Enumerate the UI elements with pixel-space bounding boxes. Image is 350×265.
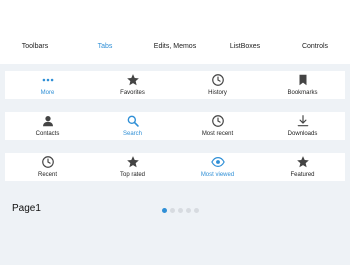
bookmark-icon bbox=[299, 74, 306, 86]
tab-most-viewed[interactable]: Most viewed bbox=[175, 153, 260, 181]
star-icon bbox=[296, 156, 309, 168]
page-indicator bbox=[162, 208, 202, 213]
tab-label: Downloads bbox=[287, 131, 318, 137]
menu-item-listboxes[interactable]: ListBoxes bbox=[210, 40, 280, 54]
page-dot-4[interactable] bbox=[186, 208, 191, 213]
page-dot-3[interactable] bbox=[178, 208, 183, 213]
star-icon bbox=[126, 156, 139, 168]
page-dot-2[interactable] bbox=[170, 208, 175, 213]
tab-label: Favorites bbox=[120, 90, 145, 96]
tab-favorites[interactable]: Favorites bbox=[90, 71, 175, 99]
tab-bar-2: Contacts Search Most recent Downloads bbox=[5, 112, 345, 140]
tab-featured[interactable]: Featured bbox=[260, 153, 345, 181]
clock-icon bbox=[211, 74, 224, 86]
download-icon bbox=[297, 115, 308, 127]
tab-label: Search bbox=[122, 131, 142, 137]
menu-item-controls[interactable]: Controls bbox=[280, 40, 350, 54]
tab-label: History bbox=[208, 90, 227, 96]
tab-top-rated[interactable]: Top rated bbox=[90, 153, 175, 181]
tab-history[interactable]: History bbox=[175, 71, 260, 99]
person-icon bbox=[42, 116, 53, 127]
category-menu: Toolbars Tabs Edits, Memos ListBoxes Con… bbox=[0, 40, 350, 54]
tab-contacts[interactable]: Contacts bbox=[5, 112, 90, 140]
tab-label: Contacts bbox=[35, 131, 60, 137]
clock-icon bbox=[211, 115, 224, 127]
page-title: Page1 bbox=[12, 203, 41, 214]
tab-more[interactable]: More bbox=[5, 71, 90, 99]
tab-label: Most viewed bbox=[200, 172, 235, 178]
more-icon bbox=[42, 78, 53, 82]
eye-icon bbox=[210, 157, 225, 167]
tab-recent[interactable]: Recent bbox=[5, 153, 90, 181]
tab-search[interactable]: Search bbox=[90, 112, 175, 140]
top-toolbar: Toolbars Tabs Edits, Memos ListBoxes Con… bbox=[0, 0, 350, 64]
tab-label: Top rated bbox=[119, 172, 146, 178]
star-icon bbox=[126, 74, 139, 86]
page-dot-5[interactable] bbox=[194, 208, 199, 213]
tab-most-recent[interactable]: Most recent bbox=[175, 112, 260, 140]
tab-downloads[interactable]: Downloads bbox=[260, 112, 345, 140]
menu-item-toolbars[interactable]: Toolbars bbox=[0, 40, 70, 54]
tab-bar-1: More Favorites History Bookmarks bbox=[5, 71, 345, 99]
search-icon bbox=[127, 115, 139, 127]
tab-label: Bookmarks bbox=[287, 90, 318, 96]
tab-bookmarks[interactable]: Bookmarks bbox=[260, 71, 345, 99]
menu-item-tabs[interactable]: Tabs bbox=[70, 40, 140, 54]
tab-label: Recent bbox=[37, 172, 57, 178]
tab-label: Featured bbox=[290, 172, 315, 178]
menu-item-edits-memos[interactable]: Edits, Memos bbox=[140, 40, 210, 54]
page-dot-1[interactable] bbox=[162, 208, 167, 213]
tab-label: More bbox=[40, 90, 55, 96]
tab-bar-3: Recent Top rated Most viewed Featured bbox=[5, 153, 345, 181]
clock-icon bbox=[41, 156, 54, 168]
tab-label: Most recent bbox=[201, 131, 234, 137]
